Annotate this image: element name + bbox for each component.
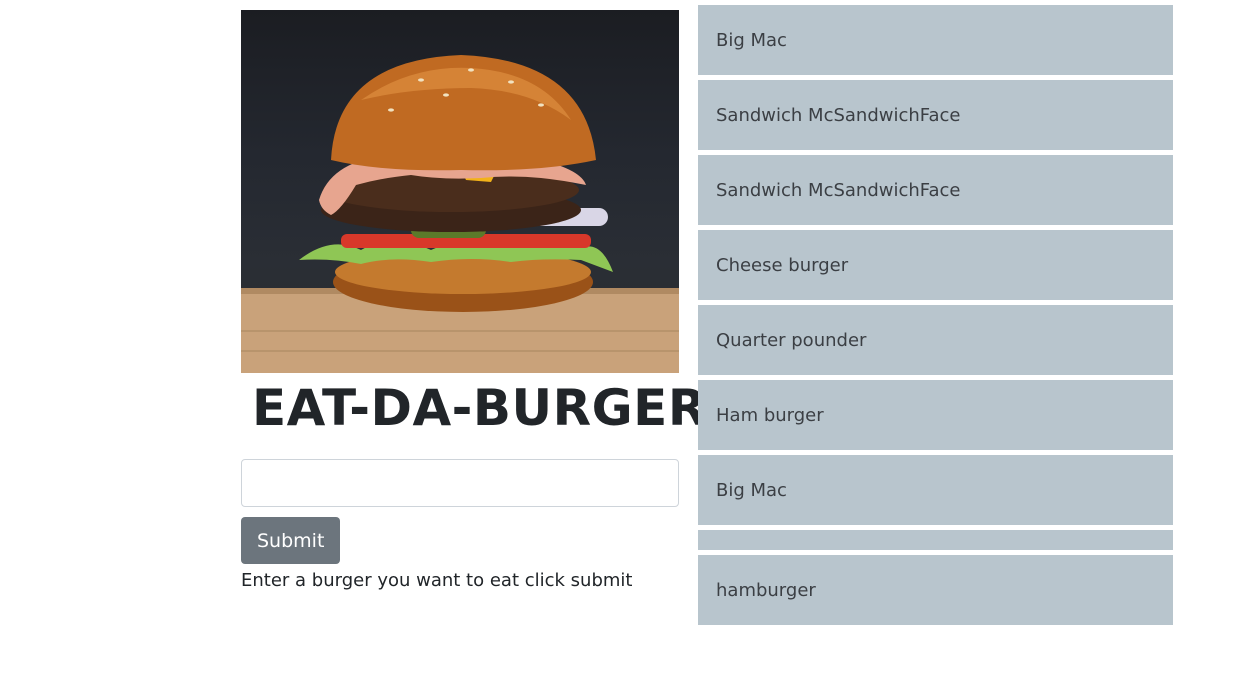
burger-item-label: hamburger <box>716 579 816 601</box>
burger-item[interactable]: Quarter pounder <box>698 305 1173 375</box>
left-column: EAT-DA-BURGER Submit Enter a burger you … <box>241 10 707 592</box>
burger-item[interactable]: Sandwich McSandwichFace <box>698 155 1173 225</box>
burger-list: Big Mac Sandwich McSandwichFace Sandwich… <box>698 5 1173 630</box>
burger-photo <box>241 10 679 373</box>
page-title: EAT-DA-BURGER <box>252 379 707 437</box>
burger-item[interactable]: Ham burger <box>698 380 1173 450</box>
burger-item[interactable]: hamburger <box>698 555 1173 625</box>
burger-item-label: Sandwich McSandwichFace <box>716 179 961 201</box>
burger-illustration <box>241 55 679 373</box>
burger-item[interactable]: Sandwich McSandwichFace <box>698 80 1173 150</box>
burger-item-label: Big Mac <box>716 479 787 501</box>
burger-item-label: Cheese burger <box>716 254 849 276</box>
burger-item-label: Sandwich McSandwichFace <box>716 104 961 126</box>
burger-item-label: Ham burger <box>716 404 824 426</box>
burger-item[interactable]: Cheese burger <box>698 230 1173 300</box>
instruction-text: Enter a burger you want to eat click sub… <box>241 570 633 591</box>
burger-item[interactable]: Big Mac <box>698 455 1173 525</box>
burger-item[interactable]: Big Mac <box>698 5 1173 75</box>
burger-item-label: Quarter pounder <box>716 329 867 351</box>
burger-name-input[interactable] <box>241 459 679 507</box>
submit-button[interactable]: Submit <box>241 517 341 564</box>
burger-item-label: Big Mac <box>716 29 787 51</box>
burger-item[interactable] <box>698 530 1173 550</box>
